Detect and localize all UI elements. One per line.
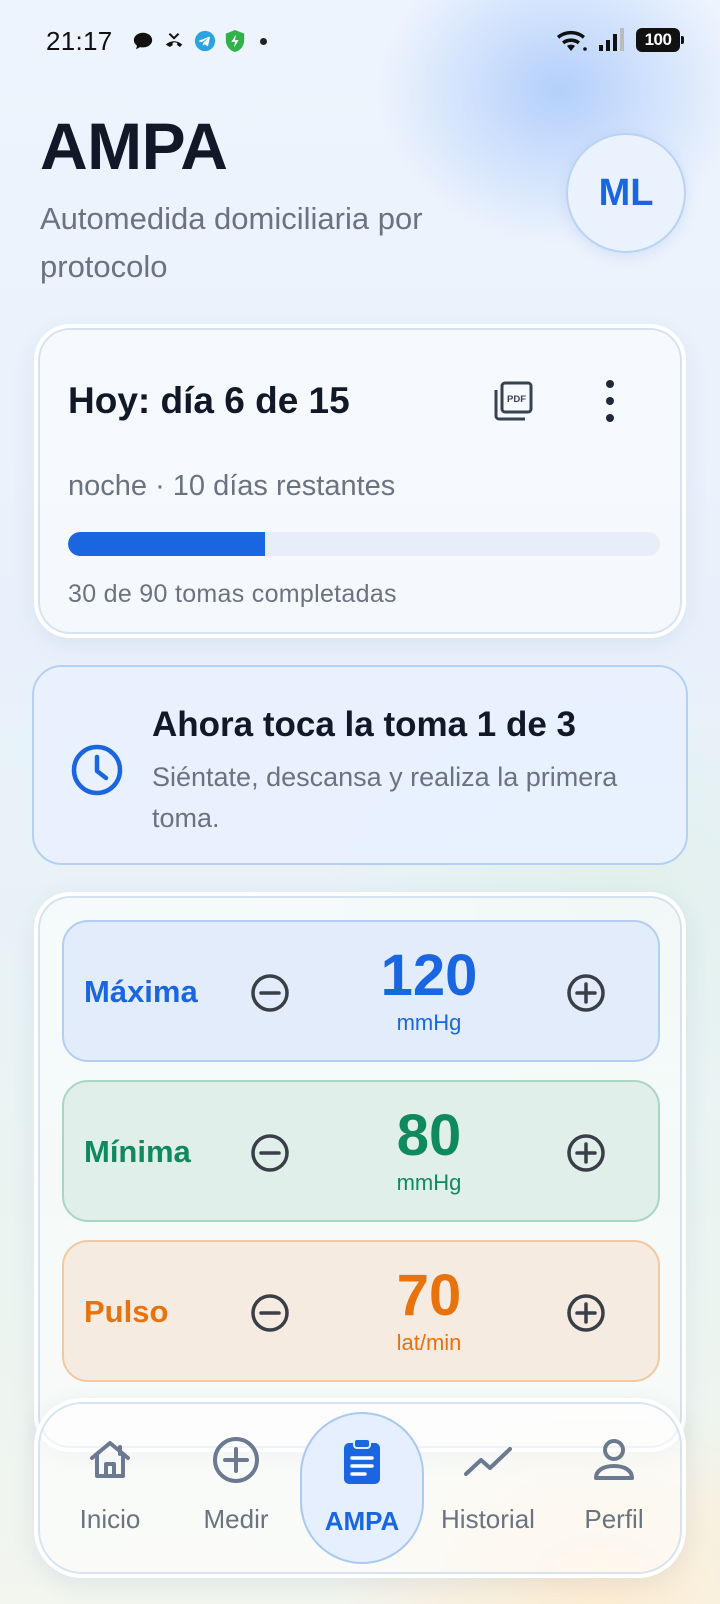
systolic-increase-button[interactable] — [566, 973, 606, 1013]
pulse-decrease-button[interactable] — [250, 1293, 290, 1333]
nav-item-inicio[interactable]: Inicio — [48, 1412, 172, 1564]
clock-icon — [71, 744, 123, 796]
pulse-increase-button[interactable] — [566, 1293, 606, 1333]
pulse-value: 70 — [396, 1263, 462, 1328]
nav-item-ampa[interactable]: AMPA — [300, 1412, 424, 1564]
chat-bubble-icon — [133, 32, 153, 50]
page-title: AMPA — [40, 109, 228, 183]
nav-item-historial[interactable]: Historial — [426, 1412, 550, 1564]
nav-label-perfil: Perfil — [584, 1504, 644, 1534]
nav-label-medir: Medir — [203, 1504, 269, 1534]
home-icon — [90, 1441, 130, 1478]
pulse-label: Pulso — [84, 1294, 169, 1329]
nav-label-ampa: AMPA — [324, 1506, 400, 1536]
telegram-icon — [194, 30, 216, 52]
diastolic-unit: mmHg — [396, 1170, 462, 1195]
missed-call-icon — [165, 32, 183, 47]
person-icon — [594, 1439, 634, 1480]
notice-text: Siéntate, descansa y realiza la primera … — [152, 762, 618, 833]
diastolic-row: Mínima 80 mmHg — [62, 1080, 660, 1222]
systolic-decrease-button[interactable] — [250, 973, 290, 1013]
status-bar: 21:17 100 — [0, 0, 720, 84]
signal-icon — [599, 28, 624, 51]
systolic-label: Máxima — [84, 974, 198, 1009]
avatar-initials: ML — [598, 171, 654, 214]
bottom-navigation: Inicio Medir AMPA Historial Perfil — [34, 1398, 686, 1578]
page-subtitle: Automedida domiciliaria por protocolo — [40, 201, 423, 284]
diastolic-decrease-button[interactable] — [250, 1133, 290, 1173]
measurement-input-card: Máxima 120 mmHg Mínima 80 mmHg Pulso 70 … — [34, 892, 686, 1452]
clipboard-icon — [344, 1438, 380, 1484]
add-circle-icon — [213, 1437, 259, 1483]
systolic-unit: mmHg — [396, 1010, 462, 1035]
more-vertical-icon[interactable] — [602, 380, 618, 422]
avatar[interactable]: ML — [566, 133, 686, 253]
battery-icon: 100 — [636, 28, 684, 52]
systolic-value: 120 — [380, 943, 478, 1008]
day-progress-title: Hoy: día 6 de 15 — [68, 380, 350, 421]
diastolic-increase-button[interactable] — [566, 1133, 606, 1173]
trend-icon — [464, 1447, 512, 1476]
pdf-icon[interactable]: PDF — [492, 380, 534, 422]
more-notifications-dot — [260, 37, 267, 45]
diastolic-value: 80 — [396, 1103, 462, 1168]
nav-item-medir[interactable]: Medir — [174, 1412, 298, 1564]
notification-icons — [132, 29, 267, 53]
system-icons: 100 — [554, 27, 684, 53]
progress-bar — [68, 532, 660, 556]
diastolic-label: Mínima — [84, 1134, 191, 1169]
nav-label-inicio: Inicio — [79, 1504, 141, 1534]
status-time: 21:17 — [46, 26, 113, 56]
session-status: noche · 10 días restantes — [68, 470, 396, 502]
systolic-row: Máxima 120 mmHg — [62, 920, 660, 1062]
pulse-row: Pulso 70 lat/min — [62, 1240, 660, 1382]
shield-icon — [225, 30, 245, 52]
pulse-unit: lat/min — [396, 1330, 462, 1355]
svg-text:PDF: PDF — [507, 394, 526, 405]
nav-item-perfil[interactable]: Perfil — [552, 1412, 676, 1564]
battery-level: 100 — [644, 30, 672, 49]
notice-title: Ahora toca la toma 1 de 3 — [152, 705, 577, 744]
wifi-icon — [557, 30, 587, 51]
completed-count: 30 de 90 tomas completadas — [68, 580, 397, 608]
nav-label-historial: Historial — [441, 1504, 535, 1534]
progress-bar-fill — [68, 532, 266, 556]
protocol-progress-card: Hoy: día 6 de 15 PDF noche · 10 días res… — [34, 324, 686, 638]
next-reading-notice: Ahora toca la toma 1 de 3 Siéntate, desc… — [32, 665, 688, 865]
